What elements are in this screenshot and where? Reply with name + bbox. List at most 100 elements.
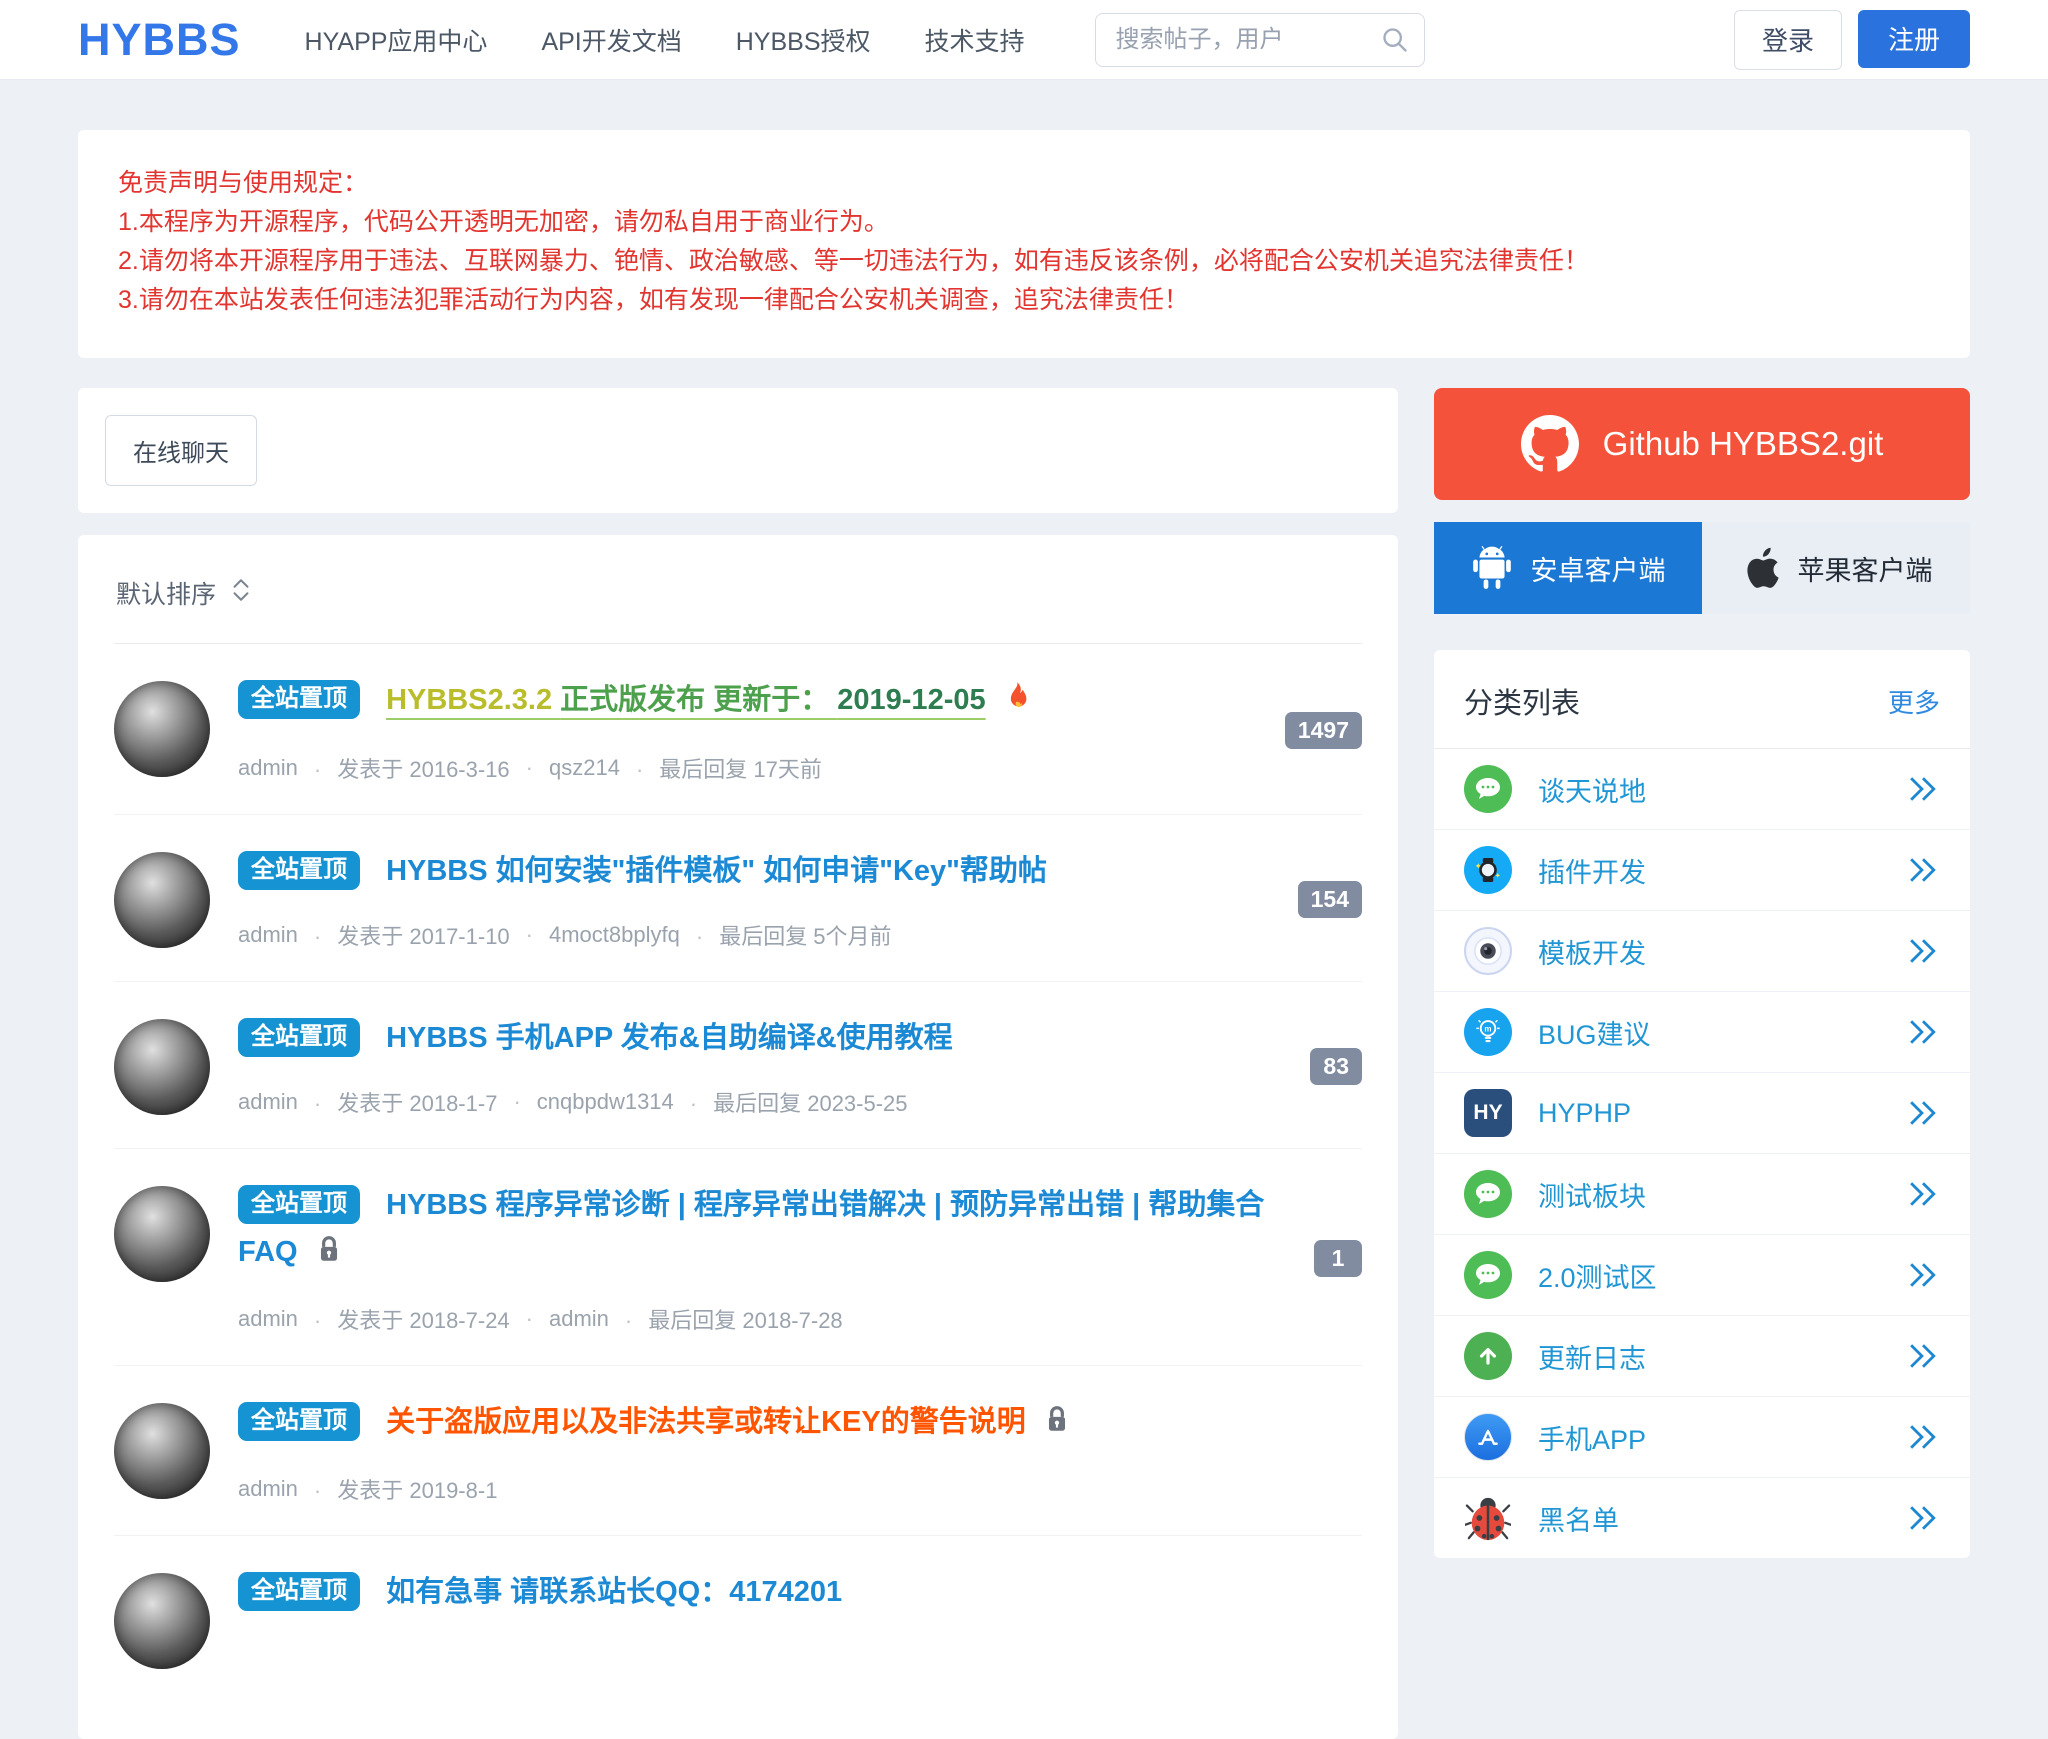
apple-icon bbox=[1740, 545, 1780, 591]
pin-badge[interactable]: 全站置顶 bbox=[238, 680, 360, 719]
sort-label[interactable]: 默认排序 bbox=[116, 575, 216, 611]
category-label[interactable]: 测试板块 bbox=[1538, 1175, 1646, 1214]
online-chat-button[interactable]: 在线聊天 bbox=[105, 415, 257, 486]
tab-apple-client[interactable]: 苹果客户端 bbox=[1702, 522, 1970, 614]
meta-last-reply: 最后回复 17天前 bbox=[620, 752, 822, 784]
category-row[interactable]: m BUG建议 bbox=[1434, 992, 1970, 1073]
meta-last-user[interactable]: qsz214 bbox=[510, 755, 620, 781]
category-label[interactable]: 插件开发 bbox=[1538, 851, 1646, 890]
category-row[interactable]: 模板开发 bbox=[1434, 911, 1970, 992]
category-row[interactable]: 更新日志 bbox=[1434, 1316, 1970, 1397]
category-label[interactable]: HYPHP bbox=[1538, 1098, 1631, 1129]
chat-bubble-icon bbox=[1464, 765, 1512, 813]
double-chevron-icon[interactable] bbox=[1906, 1342, 1940, 1370]
register-button[interactable]: 注册 bbox=[1858, 10, 1970, 68]
double-chevron-icon[interactable] bbox=[1906, 775, 1940, 803]
thread-list-header: 默认排序 bbox=[114, 535, 1362, 644]
thread-row: 全站置顶 HYBBS2.3.2 正式版发布 更新于： 2019-12-05 ad… bbox=[114, 644, 1362, 815]
thread-title[interactable]: HYBBS 如何安装"插件模板" 如何申请"Key"帮助帖 bbox=[386, 855, 1047, 887]
category-row[interactable]: 插件开发 bbox=[1434, 830, 1970, 911]
pin-badge[interactable]: 全站置顶 bbox=[238, 1572, 360, 1611]
thread-meta: admin 发表于 2018-1-7 cnqbpdw1314 最后回复 2023… bbox=[238, 1086, 1276, 1118]
right-sidebar: Github HYBBS2.git 安卓客户端 bbox=[1434, 388, 1970, 1558]
category-panel-title: 分类列表 bbox=[1464, 680, 1580, 722]
thread-row: 全站置顶 关于盗版应用以及非法共享或转让KEY的警告说明 a bbox=[114, 1366, 1362, 1536]
meta-author[interactable]: admin bbox=[238, 1476, 298, 1502]
meta-last-user[interactable]: cnqbpdw1314 bbox=[497, 1089, 673, 1115]
category-row[interactable]: 2.0测试区 bbox=[1434, 1235, 1970, 1316]
avatar[interactable] bbox=[114, 1186, 210, 1282]
navbar: HYBBS HYAPP应用中心 API开发文档 HYBBS授权 技术支持 登录 … bbox=[0, 0, 2048, 80]
pin-badge[interactable]: 全站置顶 bbox=[238, 1185, 360, 1224]
category-label[interactable]: 更新日志 bbox=[1538, 1337, 1646, 1376]
category-label[interactable]: BUG建议 bbox=[1538, 1013, 1651, 1052]
double-chevron-icon[interactable] bbox=[1906, 856, 1940, 884]
smart-watch-icon bbox=[1464, 846, 1512, 894]
double-chevron-icon[interactable] bbox=[1906, 1099, 1940, 1127]
notice-line: 1.本程序为开源程序，代码公开透明无加密，请勿私自用于商业行为。 bbox=[118, 203, 1930, 242]
avatar[interactable] bbox=[114, 681, 210, 777]
ladybug-icon bbox=[1464, 1494, 1512, 1542]
nav-item-hyapp[interactable]: HYAPP应用中心 bbox=[305, 22, 488, 58]
pin-badge[interactable]: 全站置顶 bbox=[238, 1018, 360, 1057]
nav-item-support[interactable]: 技术支持 bbox=[925, 22, 1025, 58]
avatar[interactable] bbox=[114, 1573, 210, 1669]
double-chevron-icon[interactable] bbox=[1906, 1018, 1940, 1046]
category-row[interactable]: 黑名单 bbox=[1434, 1478, 1970, 1558]
category-panel: 分类列表 更多 谈天说地 bbox=[1434, 650, 1970, 1558]
meta-posted: 发表于 2019-8-1 bbox=[298, 1473, 498, 1505]
meta-posted: 发表于 2018-7-24 bbox=[298, 1303, 510, 1335]
category-row[interactable]: 手机APP bbox=[1434, 1397, 1970, 1478]
meta-last-user[interactable]: admin bbox=[510, 1306, 609, 1332]
thread-row: 全站置顶 HYBBS 程序异常诊断 | 程序异常出错解决 | 预防异常出错 | … bbox=[114, 1149, 1362, 1366]
thread-content: 全站置顶 HYBBS 如何安装"插件模板" 如何申请"Key"帮助帖 admin… bbox=[238, 848, 1298, 951]
double-chevron-icon[interactable] bbox=[1906, 1261, 1940, 1289]
meta-author[interactable]: admin bbox=[238, 1089, 298, 1115]
github-button[interactable]: Github HYBBS2.git bbox=[1434, 388, 1970, 500]
nav-item-license[interactable]: HYBBS授权 bbox=[736, 22, 871, 58]
pin-badge[interactable]: 全站置顶 bbox=[238, 851, 360, 890]
category-more-link[interactable]: 更多 bbox=[1888, 683, 1940, 720]
thread-content: 全站置顶 关于盗版应用以及非法共享或转让KEY的警告说明 a bbox=[238, 1399, 1362, 1505]
site-logo[interactable]: HYBBS bbox=[78, 14, 241, 66]
meta-author[interactable]: admin bbox=[238, 922, 298, 948]
pin-badge[interactable]: 全站置顶 bbox=[238, 1402, 360, 1441]
thread-title[interactable]: HYBBS 程序异常诊断 | 程序异常出错解决 | 预防异常出错 | 帮助集合 … bbox=[238, 1189, 1264, 1268]
tab-android-client[interactable]: 安卓客户端 bbox=[1434, 522, 1702, 614]
arrow-up-icon bbox=[1464, 1332, 1512, 1380]
thread-title[interactable]: 关于盗版应用以及非法共享或转让KEY的警告说明 bbox=[386, 1406, 1026, 1438]
category-row[interactable]: 测试板块 bbox=[1434, 1154, 1970, 1235]
category-label[interactable]: 手机APP bbox=[1538, 1418, 1646, 1457]
avatar[interactable] bbox=[114, 1403, 210, 1499]
category-row[interactable]: HY HYPHP bbox=[1434, 1073, 1970, 1154]
search-input[interactable] bbox=[1095, 13, 1425, 67]
category-label[interactable]: 黑名单 bbox=[1538, 1499, 1619, 1538]
meta-last-reply: 最后回复 5个月前 bbox=[680, 919, 892, 951]
meta-author[interactable]: admin bbox=[238, 755, 298, 781]
avatar[interactable] bbox=[114, 1019, 210, 1115]
notice-line: 免责声明与使用规定： bbox=[118, 164, 1930, 203]
double-chevron-icon[interactable] bbox=[1906, 1180, 1940, 1208]
notice-line: 2.请勿将本开源程序用于违法、互联网暴力、铯情、政治敏感、等一切违法行为，如有违… bbox=[118, 242, 1930, 281]
lock-icon bbox=[1044, 1402, 1070, 1449]
meta-author[interactable]: admin bbox=[238, 1306, 298, 1332]
category-label[interactable]: 2.0测试区 bbox=[1538, 1256, 1657, 1295]
double-chevron-icon[interactable] bbox=[1906, 1423, 1940, 1451]
disclaimer-notice: 免责声明与使用规定： 1.本程序为开源程序，代码公开透明无加密，请勿私自用于商业… bbox=[78, 130, 1970, 358]
android-icon bbox=[1471, 545, 1513, 591]
search-icon[interactable] bbox=[1381, 26, 1409, 59]
double-chevron-icon[interactable] bbox=[1906, 1504, 1940, 1532]
avatar[interactable] bbox=[114, 852, 210, 948]
sort-icon[interactable] bbox=[230, 577, 252, 610]
category-label[interactable]: 模板开发 bbox=[1538, 932, 1646, 971]
thread-title[interactable]: HYBBS 手机APP 发布&自助编译&使用教程 bbox=[386, 1022, 953, 1054]
meta-last-user[interactable]: 4moct8bplyfq bbox=[510, 922, 680, 948]
login-button[interactable]: 登录 bbox=[1734, 10, 1842, 70]
category-row[interactable]: 谈天说地 bbox=[1434, 749, 1970, 830]
thread-title[interactable]: 如有急事 请联系站长QQ：4174201 bbox=[386, 1576, 842, 1608]
nav-item-api-docs[interactable]: API开发文档 bbox=[541, 22, 681, 58]
category-label[interactable]: 谈天说地 bbox=[1538, 770, 1646, 809]
thread-title[interactable]: HYBBS2.3.2 正式版发布 更新于： 2019-12-05 bbox=[386, 684, 986, 716]
double-chevron-icon[interactable] bbox=[1906, 937, 1940, 965]
nav-menu: HYAPP应用中心 API开发文档 HYBBS授权 技术支持 bbox=[305, 22, 1025, 58]
